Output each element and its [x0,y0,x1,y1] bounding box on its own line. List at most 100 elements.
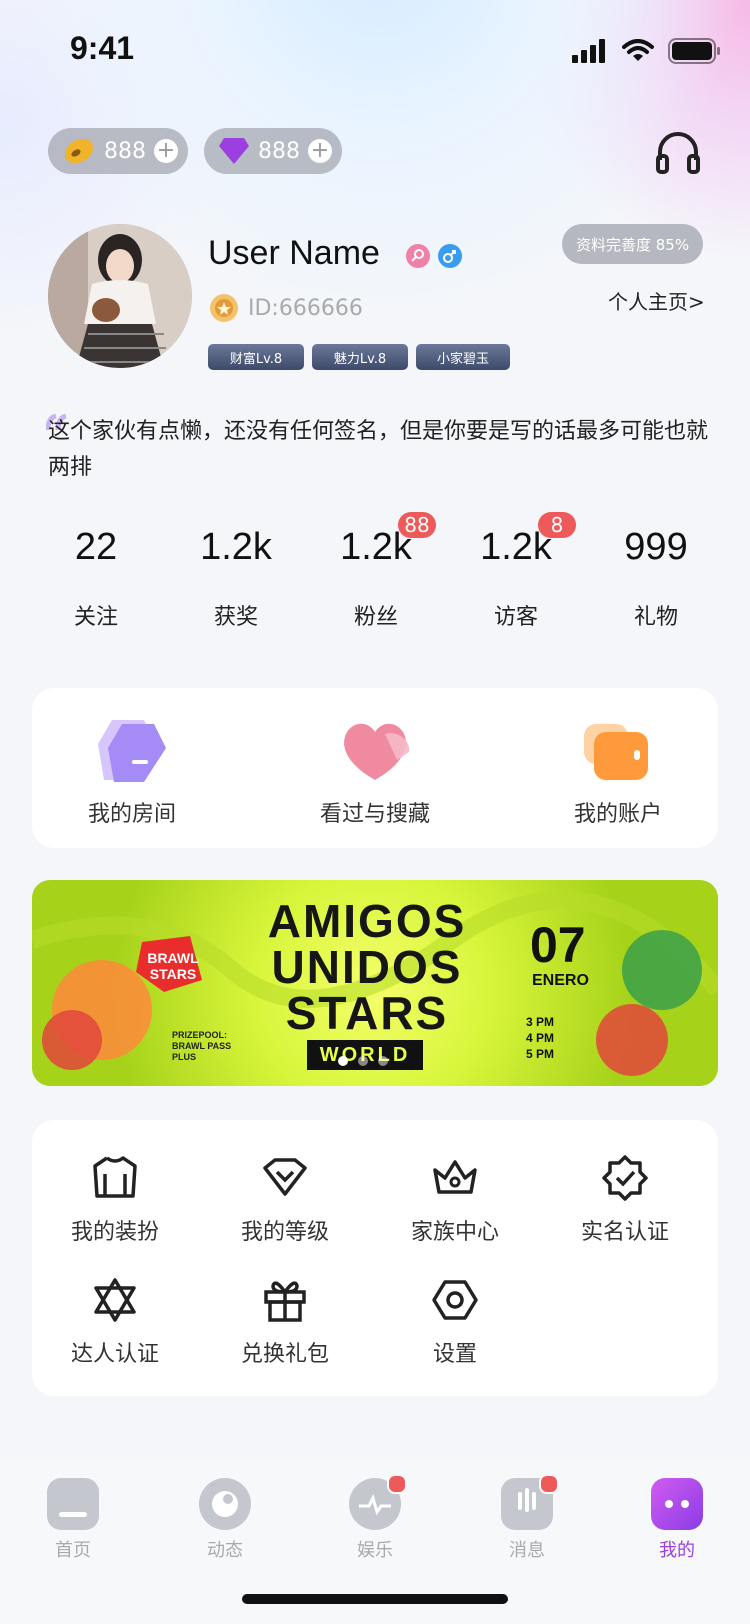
my-room-button[interactable]: 我的房间 [32,716,232,828]
stat-label: 关注 [73,605,118,630]
stat-label: 礼物 [633,605,678,630]
home-icon [47,1478,99,1530]
tab-label: 消息 [509,1540,545,1561]
verified-badge-icon [602,1155,648,1201]
tab-profile[interactable]: 我的 [632,1478,722,1562]
coin-balance-pill[interactable]: 888 + [48,128,188,174]
fans-count-badge: 88 [398,512,436,538]
notification-dot [387,1474,407,1494]
avatar[interactable] [48,224,192,368]
wealth-level-badge: 财富Lv.8 [208,344,304,370]
stat-fans[interactable]: 1.2k 88 粉丝 [306,512,446,631]
my-account-button[interactable]: 我的账户 [518,716,718,828]
settings-hexagon-icon [432,1280,478,1320]
star-of-david-icon [94,1278,136,1322]
personal-homepage-link[interactable]: 个人主页> [608,286,705,315]
my-account-label: 我的账户 [573,802,662,827]
page-dot[interactable] [378,1056,388,1066]
add-coins-button[interactable]: + [154,139,178,163]
avatar-photo [48,224,192,368]
diamond-balance-pill[interactable]: 888 + [204,128,342,174]
level-medal-icon [210,294,238,322]
notification-dot [539,1474,559,1494]
coin-bean-icon [64,138,94,164]
diamond-z-icon [219,138,249,164]
heart-icon [344,723,410,780]
page-dot-active[interactable] [338,1056,348,1066]
room-icon [98,720,166,782]
menu-item-gift[interactable]: 兑换礼包 [210,1276,360,1368]
event-month: ENERO [532,972,589,989]
tab-label: 我的 [659,1540,695,1561]
status-time: 9:41 [70,30,135,66]
diamond-amount: 888 [258,138,300,164]
banner-title: AMIGOS UNIDOS STARS [232,898,502,1036]
female-symbol-icon [406,244,430,268]
menu-label: 设置 [432,1342,477,1367]
menu-item-level[interactable]: 我的等级 [210,1154,360,1246]
banner-pagination [338,1056,388,1066]
coin-amount: 888 [104,138,146,164]
history-favorites-button[interactable]: 看过与搜藏 [275,716,475,828]
event-banner[interactable]: BRAWL STARS AMIGOS UNIDOS STARS WORLD PR… [32,880,718,1086]
stat-following[interactable]: 22 关注 [26,526,166,631]
gift-icon [264,1281,306,1322]
banner-title-line: AMIGOS [267,895,467,947]
menu-item-settings[interactable]: 设置 [380,1276,530,1368]
battery-icon [668,38,720,64]
wallet-icon [584,724,648,780]
menu-item-family[interactable]: 家族中心 [380,1154,530,1246]
stat-value: 22 [74,526,118,568]
stat-label: 粉丝 [353,605,398,630]
entertainment-icon [349,1474,407,1530]
event-times: 3 PM 4 PM 5 PM [526,1014,554,1062]
visitors-count-badge: 8 [538,512,576,538]
title-badge: 小家碧玉 [416,344,510,370]
page-dot[interactable] [358,1056,368,1066]
diamond-icon [263,1158,307,1196]
badge-row: 财富Lv.8 魅力Lv.8 小家碧玉 [208,344,510,370]
headset-icon[interactable] [654,130,702,176]
stat-visitors[interactable]: 1.2k 8 访客 [446,512,586,631]
tab-messages[interactable]: 消息 [482,1474,572,1562]
status-icons [572,38,722,64]
history-favorites-label: 看过与搜藏 [319,802,430,827]
quick-actions-card: 我的房间 看过与搜藏 我的账户 [32,688,718,848]
menu-item-expert[interactable]: 达人认证 [40,1276,190,1368]
menu-item-realname[interactable]: 实名认证 [550,1154,700,1246]
add-diamonds-button[interactable]: + [308,139,332,163]
banner-title-line: STARS [285,987,449,1039]
shirt-icon [93,1156,137,1198]
crown-icon [433,1160,477,1194]
signature-text: 这个家伙有点懒，还没有任何签名，但是你要是写的话最多可能也就两排 [48,419,709,480]
menu-label: 我的装扮 [70,1220,159,1245]
stat-label: 访客 [493,605,538,630]
tab-label: 动态 [207,1540,243,1561]
event-time: 4 PM [526,1031,555,1045]
menu-item-outfit[interactable]: 我的装扮 [40,1154,190,1246]
profile-completion-badge[interactable]: 资料完善度 85% [562,224,704,264]
signal-icon [572,39,605,63]
message-icon [501,1474,559,1530]
home-indicator [242,1594,508,1604]
wifi-icon [622,39,654,61]
moments-icon [199,1478,251,1530]
tab-label: 娱乐 [357,1540,393,1561]
menu-label: 家族中心 [410,1220,499,1245]
stat-label: 获奖 [213,605,258,630]
game-logo: BRAWL STARS [147,950,199,982]
tab-moments[interactable]: 动态 [180,1478,270,1562]
stats-row: 22 关注 1.2k 获奖 1.2k 88 粉丝 1.2k 8 访客 999 礼… [26,512,726,631]
tab-entertainment[interactable]: 娱乐 [330,1474,420,1562]
stat-gifts[interactable]: 999 礼物 [586,526,726,631]
event-time: 3 PM [526,1015,555,1029]
event-day: 07 [530,917,586,973]
profile-cat-icon [651,1478,703,1530]
menu-label: 达人认证 [70,1342,159,1367]
menu-label: 兑换礼包 [240,1342,329,1367]
my-room-label: 我的房间 [87,802,176,827]
stat-awards[interactable]: 1.2k 获奖 [166,526,306,631]
tab-home[interactable]: 首页 [28,1478,118,1562]
charm-level-badge: 魅力Lv.8 [312,344,408,370]
prize-text: PRIZEPOOL: BRAWL PASS PLUS [172,1030,232,1062]
